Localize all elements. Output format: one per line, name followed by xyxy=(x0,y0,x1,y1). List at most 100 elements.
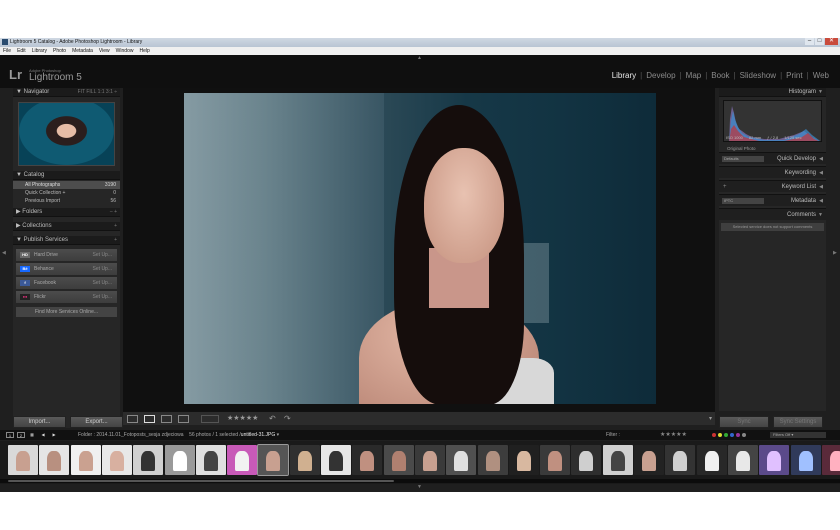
filmstrip[interactable] xyxy=(0,441,840,484)
minimize-button[interactable]: – xyxy=(805,38,814,45)
find-more-services-button[interactable]: Find More Services Online... xyxy=(16,307,117,317)
filmstrip-thumbnail[interactable] xyxy=(759,445,790,475)
folders-header[interactable]: ▶ Folders – + xyxy=(13,208,120,217)
keyword-list-add[interactable]: + xyxy=(723,181,727,193)
menu-library[interactable]: Library xyxy=(32,47,47,55)
menu-metadata[interactable]: Metadata xyxy=(72,47,93,55)
filmstrip-thumbnail[interactable] xyxy=(696,445,727,475)
filmstrip-scrollbar[interactable] xyxy=(0,479,840,483)
folders-add-remove[interactable]: – + xyxy=(110,208,117,217)
comments-header[interactable]: Comments ▼ xyxy=(719,208,826,220)
navigator-zoom-options[interactable]: FIT FILL 1:1 3:1 ÷ xyxy=(78,88,117,97)
rating-stars[interactable]: ★★★★★ xyxy=(227,414,258,422)
filmstrip-thumbnail[interactable] xyxy=(195,445,226,475)
keyword-list-header[interactable]: + Keyword List ◀ xyxy=(719,180,826,192)
color-purple-icon[interactable] xyxy=(736,433,740,437)
grid-icon[interactable]: ▦ xyxy=(28,432,36,438)
histogram[interactable]: ISO 1000 82 mm ƒ / 2,8 1/125 sec xyxy=(723,100,822,142)
service-flickr[interactable]: ●● Flickr Set Up... xyxy=(16,291,117,303)
menu-photo[interactable]: Photo xyxy=(53,47,66,55)
filmstrip-thumbnail[interactable] xyxy=(101,445,132,475)
collections-header[interactable]: ▶ Collections + xyxy=(13,222,120,231)
service-hard-drive[interactable]: HD Hard Drive Set Up... xyxy=(16,249,117,261)
service-behance[interactable]: Bē Behance Set Up... xyxy=(16,263,117,275)
rotate-right-icon[interactable]: ↷ xyxy=(284,414,291,423)
filmstrip-thumbnail[interactable] xyxy=(321,445,351,475)
maximize-button[interactable]: □ xyxy=(815,38,824,45)
compare-view-icon[interactable] xyxy=(161,415,172,423)
module-map[interactable]: Map xyxy=(682,71,706,80)
filmstrip-thumbnail[interactable] xyxy=(70,445,101,475)
collections-add[interactable]: + xyxy=(114,222,117,231)
service-facebook[interactable]: f Facebook Set Up... xyxy=(16,277,117,289)
flag-icon[interactable] xyxy=(201,415,219,423)
module-web[interactable]: Web xyxy=(809,71,833,80)
sync-settings-button[interactable]: Sync Settings xyxy=(773,416,823,428)
module-library[interactable]: Library xyxy=(608,71,640,80)
menu-file[interactable]: File xyxy=(3,47,11,55)
filmstrip-thumbnail[interactable] xyxy=(164,445,195,475)
color-none-icon[interactable] xyxy=(742,433,746,437)
export-button[interactable]: Export... xyxy=(70,416,123,428)
module-book[interactable]: Book xyxy=(707,71,733,80)
menu-view[interactable]: View xyxy=(99,47,110,55)
back-arrow-icon[interactable]: ◀ xyxy=(39,432,47,438)
filmstrip-thumbnail[interactable] xyxy=(352,445,383,475)
metadata-header[interactable]: IPTC Metadata ◀ xyxy=(719,194,826,206)
loupe-view-icon[interactable] xyxy=(144,415,155,423)
catalog-previous-import[interactable]: Previous Import 56 xyxy=(13,197,120,205)
histogram-header[interactable]: Histogram ▼ xyxy=(719,88,826,97)
module-develop[interactable]: Develop xyxy=(642,71,679,80)
filmstrip-thumbnail[interactable] xyxy=(821,445,840,475)
menu-window[interactable]: Window xyxy=(116,47,134,55)
sync-button[interactable]: Sync xyxy=(719,416,769,428)
rotate-left-icon[interactable]: ↶ xyxy=(269,414,276,423)
filmstrip-thumbnail[interactable] xyxy=(571,445,602,475)
main-photo[interactable] xyxy=(184,93,656,404)
quick-develop-preset[interactable]: Defaults xyxy=(722,156,764,162)
filters-dropdown[interactable]: Filters Off ▾ xyxy=(770,432,826,438)
catalog-all-photographs[interactable]: All Photographs 3190 xyxy=(13,181,120,189)
toolbar-options-dropdown[interactable]: ▾ xyxy=(709,415,712,422)
filter-stars[interactable]: ★★★★★ xyxy=(660,430,687,440)
import-button[interactable]: Import... xyxy=(13,416,66,428)
filmstrip-thumbnail[interactable] xyxy=(289,445,320,475)
keywording-header[interactable]: Keywording ◀ xyxy=(719,166,826,178)
filmstrip-scroll-handle[interactable] xyxy=(8,480,394,482)
filmstrip-thumbnail[interactable] xyxy=(446,445,477,475)
module-print[interactable]: Print xyxy=(782,71,806,80)
grid-view-icon[interactable] xyxy=(127,415,138,423)
loupe-view[interactable] xyxy=(123,88,715,411)
filmstrip-thumbnail[interactable] xyxy=(540,445,571,475)
filmstrip-source[interactable]: Folder : 2014.11.01_Fotoposts_sesja zdje… xyxy=(78,430,279,440)
filmstrip-thumbnail[interactable] xyxy=(227,445,258,475)
navigator-header[interactable]: ▼ Navigator FIT FILL 1:1 3:1 ÷ xyxy=(13,88,120,97)
service-setup[interactable]: Set Up... xyxy=(93,291,112,303)
filmstrip-thumbnail[interactable] xyxy=(790,445,821,475)
filmstrip-thumbnail[interactable] xyxy=(508,445,539,475)
service-setup[interactable]: Set Up... xyxy=(93,263,112,275)
filmstrip-thumbnail[interactable] xyxy=(477,445,508,475)
metadata-preset[interactable]: IPTC xyxy=(722,198,764,204)
filmstrip-thumbnail[interactable] xyxy=(634,445,664,475)
collapse-bottom-arrow-icon[interactable]: ▼ xyxy=(417,484,422,490)
service-setup[interactable]: Set Up... xyxy=(93,249,112,261)
filmstrip-thumbnail[interactable] xyxy=(8,445,38,475)
secondary-window-icon[interactable]: 2 xyxy=(17,432,25,438)
menu-edit[interactable]: Edit xyxy=(17,47,26,55)
collapse-right-arrow-icon[interactable]: ▶ xyxy=(833,250,837,256)
collapse-left-arrow-icon[interactable]: ◀ xyxy=(2,250,6,256)
quick-develop-header[interactable]: Defaults Quick Develop ◀ xyxy=(719,152,826,164)
color-red-icon[interactable] xyxy=(712,433,716,437)
histogram-collapse-icon[interactable]: ▼ xyxy=(818,88,823,97)
collapse-top-arrow-icon[interactable]: ▲ xyxy=(417,55,422,61)
filmstrip-thumbnail[interactable] xyxy=(257,444,290,476)
color-blue-icon[interactable] xyxy=(730,433,734,437)
navigator-preview[interactable] xyxy=(18,102,115,166)
filmstrip-thumbnail[interactable] xyxy=(383,445,414,475)
publish-services-header[interactable]: ▼ Publish Services + xyxy=(13,236,120,245)
module-slideshow[interactable]: Slideshow xyxy=(736,71,780,80)
filmstrip-thumbnail[interactable] xyxy=(727,445,758,475)
color-green-icon[interactable] xyxy=(724,433,728,437)
filmstrip-thumbnail[interactable] xyxy=(133,445,164,475)
